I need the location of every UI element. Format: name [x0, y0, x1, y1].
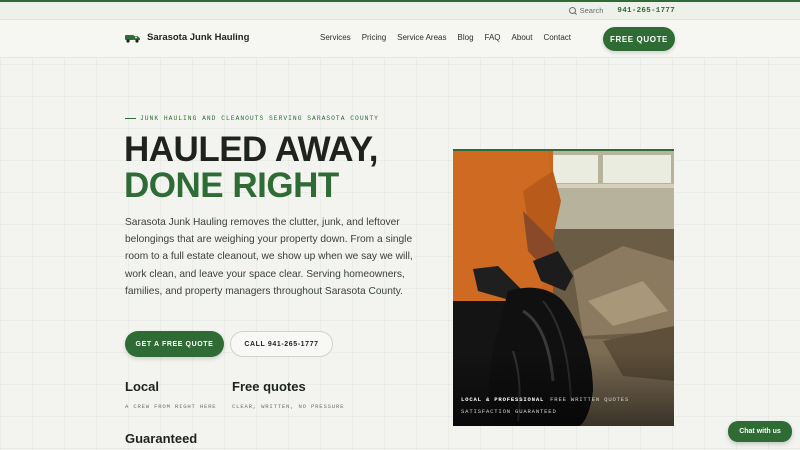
caption-satisfaction-guaranteed: SATISFACTION GUARANTEED — [461, 408, 557, 415]
utility-search[interactable]: Search — [568, 6, 604, 15]
utility-bar: Search 941-265-1777 — [0, 2, 800, 20]
truck-icon — [125, 34, 140, 43]
feature-title: Local — [125, 379, 159, 394]
search-icon — [568, 7, 576, 14]
free-quote-button[interactable]: FREE QUOTE — [603, 27, 675, 51]
headline-line-2: DONE RIGHT — [124, 166, 339, 205]
eyebrow-text: JUNK HAULING AND CLEANOUTS SERVING SARAS… — [140, 115, 379, 122]
hero-photo: LOCAL & PROFESSIONAL FREE WRITTEN QUOTES … — [453, 149, 674, 426]
brand-logo-link[interactable]: Sarasota Junk Hauling — [125, 32, 249, 43]
nav-item-about[interactable]: About — [512, 33, 533, 42]
worker-with-trash-bag-illustration — [453, 151, 674, 426]
feature-guaranteed: Guaranteed — [125, 431, 197, 446]
headline-line-1: HAULED AWAY, — [124, 130, 378, 169]
nav-item-pricing[interactable]: Pricing — [362, 33, 386, 42]
nav-links: Services Pricing Service Areas Blog FAQ … — [320, 33, 582, 42]
main-navigation: Sarasota Junk Hauling Services Pricing S… — [0, 20, 800, 58]
get-free-quote-button[interactable]: GET A FREE QUOTE — [125, 331, 224, 357]
caption-local-professional: LOCAL & PROFESSIONAL — [461, 396, 545, 403]
nav-item-services[interactable]: Services — [320, 33, 351, 42]
hero-eyebrow: JUNK HAULING AND CLEANOUTS SERVING SARAS… — [125, 115, 379, 122]
feature-subtitle: A CREW FROM RIGHT HERE — [125, 403, 217, 410]
eyebrow-line — [125, 118, 136, 119]
feature-free-quotes: Free quotes CLEAR, WRITTEN, NO PRESSURE — [232, 379, 344, 410]
utility-phone-link[interactable]: 941-265-1777 — [617, 7, 675, 15]
feature-title: Free quotes — [232, 379, 306, 394]
nav-item-service-areas[interactable]: Service Areas — [397, 33, 446, 42]
hero-headline: HAULED AWAY, DONE RIGHT — [124, 132, 378, 204]
caption-free-written-quotes: FREE WRITTEN QUOTES — [550, 396, 630, 403]
chat-with-us-button[interactable]: Chat with us — [728, 421, 792, 442]
brand-name: Sarasota Junk Hauling — [147, 32, 250, 43]
search-label: Search — [579, 6, 604, 15]
nav-item-blog[interactable]: Blog — [458, 33, 474, 42]
call-button[interactable]: CALL 941-265-1777 — [230, 331, 333, 357]
hero-description: Sarasota Junk Hauling removes the clutte… — [125, 217, 413, 297]
nav-item-contact[interactable]: Contact — [543, 33, 571, 42]
feature-local: Local A CREW FROM RIGHT HERE — [125, 379, 216, 410]
photo-caption: LOCAL & PROFESSIONAL FREE WRITTEN QUOTES … — [461, 394, 666, 418]
feature-title: Guaranteed — [125, 431, 198, 446]
feature-subtitle: CLEAR, WRITTEN, NO PRESSURE — [232, 403, 345, 410]
nav-item-faq[interactable]: FAQ — [485, 33, 501, 42]
